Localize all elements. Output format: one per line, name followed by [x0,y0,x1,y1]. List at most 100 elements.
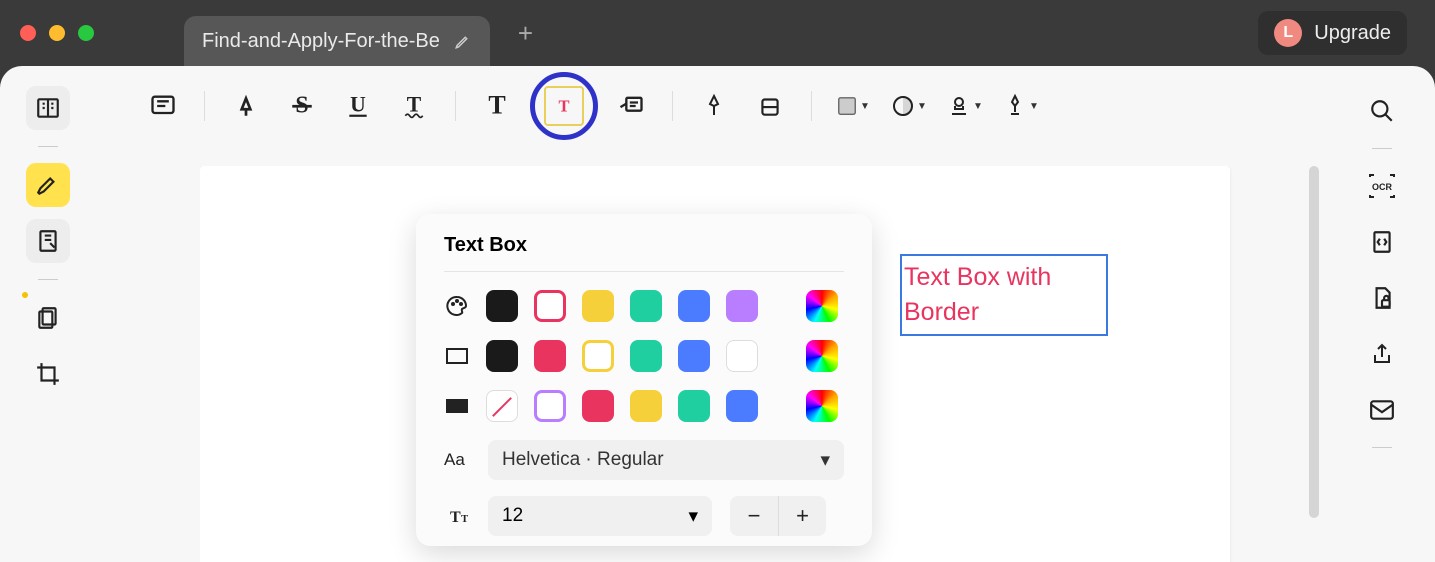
annotate-tool-button[interactable] [26,219,70,263]
text-box-popover: Text Box [416,214,872,546]
border-color-blue[interactable] [678,340,710,372]
border-icon [444,348,470,364]
chevron-down-icon: ▼ [973,101,983,112]
document-tab[interactable]: Find-and-Apply-For-the-Be [184,16,490,66]
tab-title: Find-and-Apply-For-the-Be [202,30,440,53]
text-color-black[interactable] [486,290,518,322]
toolbar-separator [455,91,456,121]
font-size-select[interactable]: 12 ▾ [488,496,712,536]
border-color-row [444,340,844,372]
svg-text:T: T [461,513,468,525]
upgrade-button[interactable]: L Upgrade [1258,11,1407,55]
marker-tool[interactable] [223,83,269,129]
new-tab-button[interactable]: + [518,18,533,49]
reader-mode-button[interactable] [26,86,70,130]
chevron-down-icon: ▼ [917,101,927,112]
fill-icon [444,399,470,413]
right-sidebar: OCR [1329,66,1435,562]
text-color-yellow[interactable] [582,290,614,322]
border-color-yellow[interactable] [582,340,614,372]
svg-text:T: T [488,93,505,119]
title-bar: Find-and-Apply-For-the-Be + L Upgrade [0,0,1435,66]
text-color-teal[interactable] [630,290,662,322]
upgrade-label: Upgrade [1314,22,1391,45]
vertical-scrollbar[interactable] [1309,166,1319,518]
chevron-down-icon: ▾ [688,505,698,528]
border-color-teal[interactable] [630,340,662,372]
pen-tool[interactable] [691,83,737,129]
decrease-size-button[interactable]: − [730,496,778,536]
mail-button[interactable] [1363,391,1401,429]
fill-color-outline[interactable] [534,390,566,422]
pages-tool-button[interactable] [26,296,70,340]
font-selector-row: Aa Helvetica · Regular ▾ [444,440,844,480]
svg-text:T: T [407,93,422,116]
fill-color-none[interactable] [486,390,518,422]
underline-tool[interactable]: U [335,83,381,129]
eraser-tool[interactable] [747,83,793,129]
size-label-icon: TT [444,506,470,526]
chevron-down-icon: ▼ [860,101,870,112]
highlight-tool-button[interactable] [26,163,70,207]
sidebar-separator [38,279,58,280]
text-box-tool[interactable]: T [530,72,598,140]
minimize-window-button[interactable] [49,25,65,41]
toolbar-separator [672,91,673,121]
text-color-custom[interactable] [806,290,838,322]
callout-tool[interactable] [608,83,654,129]
edit-tab-icon[interactable] [454,32,472,50]
left-sidebar [0,66,96,562]
font-select-value: Helvetica · Regular [502,449,664,471]
text-color-row [444,290,844,322]
sidebar-separator [38,146,58,147]
popover-divider [444,271,844,272]
toolbar-separator [204,91,205,121]
palette-icon [444,294,470,318]
ellipse-tool[interactable]: ▼ [886,83,932,129]
border-color-pink[interactable] [534,340,566,372]
ocr-button[interactable]: OCR [1363,167,1401,205]
share-button[interactable] [1363,335,1401,373]
text-color-blue[interactable] [678,290,710,322]
close-window-button[interactable] [20,25,36,41]
svg-text:T: T [450,509,461,526]
sidebar-separator [1372,447,1392,448]
squiggly-tool[interactable]: T [391,83,437,129]
text-tool[interactable]: T [474,83,520,129]
stamp-tool[interactable]: ▼ [942,83,988,129]
lock-document-button[interactable] [1363,279,1401,317]
font-size-value: 12 [502,505,523,527]
border-color-white[interactable] [726,340,758,372]
window-controls [20,25,94,41]
signature-tool[interactable]: ▼ [998,83,1044,129]
shape-tool[interactable]: ▼ [830,83,876,129]
border-color-black[interactable] [486,340,518,372]
text-color-purple[interactable] [726,290,758,322]
convert-button[interactable] [1363,223,1401,261]
fill-color-yellow[interactable] [630,390,662,422]
chevron-down-icon: ▼ [1029,101,1039,112]
user-avatar: L [1274,19,1302,47]
search-button[interactable] [1363,92,1401,130]
comment-tool[interactable] [140,83,186,129]
crop-tool-button[interactable] [26,352,70,396]
border-color-custom[interactable] [806,340,838,372]
popover-title: Text Box [444,234,844,257]
font-size-row: TT 12 ▾ − + [444,496,844,536]
increase-size-button[interactable]: + [778,496,826,536]
font-select[interactable]: Helvetica · Regular ▾ [488,440,844,480]
sidebar-separator [1372,148,1392,149]
fill-color-pink[interactable] [582,390,614,422]
toolbar-separator [811,91,812,121]
text-box-annotation[interactable]: Text Box with Border [900,254,1108,336]
fill-color-row [444,390,844,422]
maximize-window-button[interactable] [78,25,94,41]
strikethrough-tool[interactable]: S [279,83,325,129]
active-indicator-dot [22,292,28,298]
chevron-down-icon: ▾ [820,449,830,472]
fill-color-teal[interactable] [678,390,710,422]
text-color-pink[interactable] [534,290,566,322]
svg-text:T: T [558,97,569,116]
fill-color-custom[interactable] [806,390,838,422]
fill-color-blue[interactable] [726,390,758,422]
